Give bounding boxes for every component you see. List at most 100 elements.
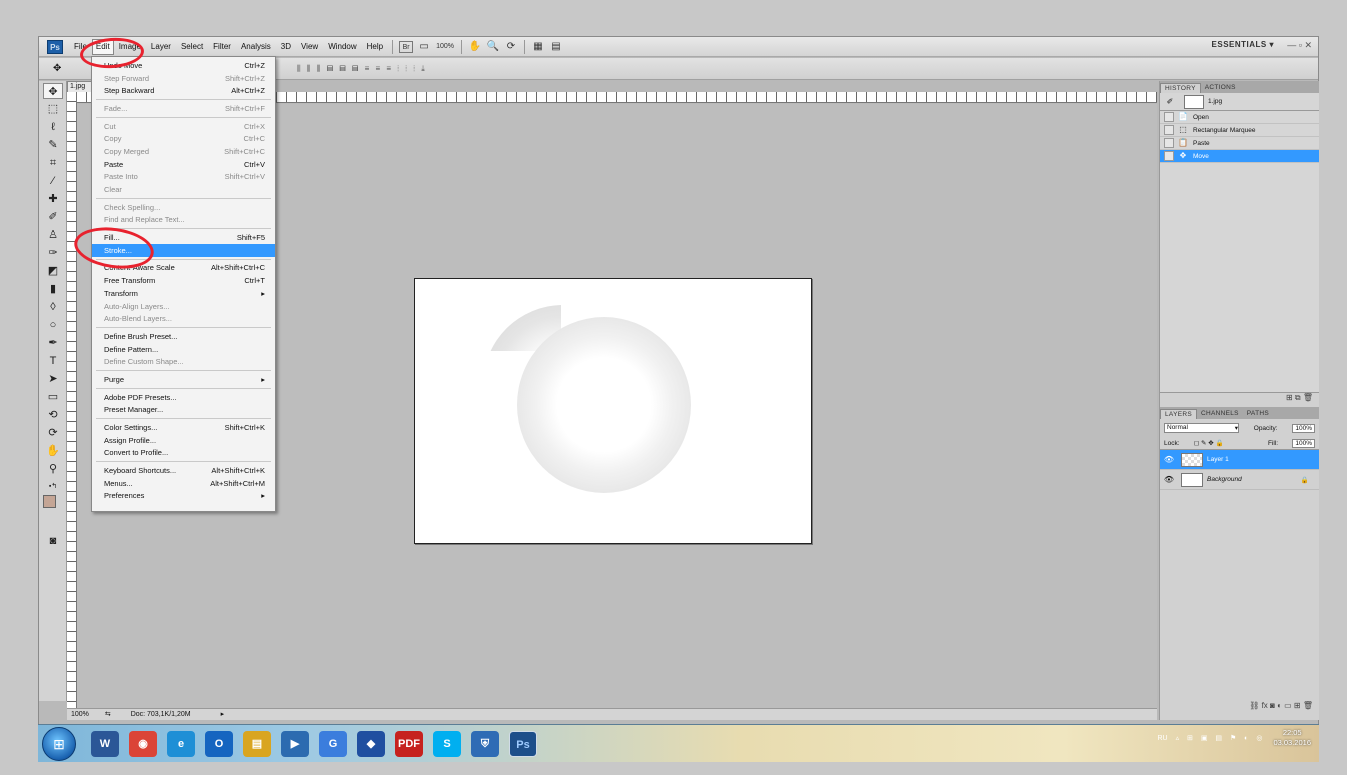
status-icon[interactable]: ⇆ — [105, 711, 111, 718]
tab-layers[interactable]: LAYERS — [1160, 409, 1197, 419]
history-brush-source-box[interactable] — [1164, 125, 1174, 135]
menu-item-define-pattern[interactable]: Define Pattern... — [92, 343, 275, 356]
workspace-switcher[interactable]: ESSENTIALS ▾ — [1212, 40, 1274, 49]
menu-item-adobe-pdf-presets[interactable]: Adobe PDF Presets... — [92, 391, 275, 404]
history-step[interactable]: ⬚ Rectangular Marquee — [1160, 124, 1319, 137]
taskbar-app-blue-icon[interactable]: G — [319, 730, 347, 757]
foreground-color-swatch[interactable] — [43, 495, 56, 508]
history-brush-source-box[interactable] — [1164, 138, 1174, 148]
lasso-tool-icon[interactable]: ℓ — [43, 119, 63, 135]
shape-tool-icon[interactable]: ▭ — [43, 389, 63, 405]
window-controls[interactable]: — ▫ ✕ — [1287, 40, 1312, 51]
menu-item-define-brush-preset[interactable]: Define Brush Preset... — [92, 330, 275, 343]
menu-item-cut[interactable]: Cut Ctrl+X — [92, 120, 275, 133]
tab-actions[interactable]: ACTIONS — [1201, 83, 1240, 93]
menu-help[interactable]: Help — [362, 37, 388, 57]
taskbar-app-dark-blue-icon[interactable]: ◆ — [357, 730, 385, 757]
menu-item-preset-manager[interactable]: Preset Manager... — [92, 404, 275, 417]
align-controls[interactable]: ⫼ ⫼ ⫼ ▤ ▤ ▤ ≡ ≡ ≡ ⦙ ⦙ ⦙ ⤓ — [297, 64, 427, 74]
menu-analysis[interactable]: Analysis — [236, 37, 276, 57]
menu-item-auto-align-layers[interactable]: Auto-Align Layers... — [92, 300, 275, 313]
history-snapshot[interactable]: ✐ 1.jpg — [1160, 93, 1319, 111]
menu-item-step-forward[interactable]: Step Forward Shift+Ctrl+Z — [92, 72, 275, 85]
opacity-input[interactable]: 100% — [1292, 423, 1315, 433]
menu-item-step-backward[interactable]: Step Backward Alt+Ctrl+Z — [92, 84, 275, 97]
taskbar-ie-icon[interactable]: e — [167, 730, 195, 757]
eye-icon[interactable]: 👁 — [1163, 455, 1175, 464]
history-brush-source-box[interactable] — [1164, 112, 1174, 122]
menu-item-paste-into[interactable]: Paste Into Shift+Ctrl+V — [92, 171, 275, 184]
menu-item-keyboard-shortcuts[interactable]: Keyboard Shortcuts... Alt+Shift+Ctrl+K — [92, 464, 275, 477]
menu-item-free-transform[interactable]: Free Transform Ctrl+T — [92, 274, 275, 287]
zoom-tool-icon[interactable]: 🔍 — [486, 41, 500, 53]
menu-item-paste[interactable]: Paste Ctrl+V — [92, 158, 275, 171]
layer-name[interactable]: Background — [1207, 476, 1242, 483]
taskbar-photoshop-icon[interactable]: Ps — [509, 730, 537, 757]
gradient-tool-icon[interactable]: ▮ — [43, 281, 63, 297]
lock-icons[interactable]: ◻ ✎ ✥ 🔒 — [1194, 439, 1224, 447]
tray-icons[interactable]: ▵ ⊞ ▣ ▤ ⚑ ◐ ◎ — [1176, 734, 1266, 742]
layer-row[interactable]: 👁 Background 🔒 — [1160, 470, 1319, 490]
gradient-circle[interactable] — [517, 317, 691, 493]
healing-brush-tool-icon[interactable]: ✚ — [43, 191, 63, 207]
menu-item-menus[interactable]: Menus... Alt+Shift+Ctrl+M — [92, 477, 275, 490]
clock[interactable]: 22:05 03.03.2016 — [1273, 728, 1311, 748]
menu-item-copy-merged[interactable]: Copy Merged Shift+Ctrl+C — [92, 145, 275, 158]
eyedropper-tool-icon[interactable]: ⁄ — [43, 173, 63, 189]
tab-channels[interactable]: CHANNELS — [1197, 409, 1243, 419]
history-step[interactable]: ✥ Move — [1160, 150, 1319, 163]
move-tool-preset-icon[interactable]: ✥ — [53, 63, 61, 74]
taskbar-pdf-icon[interactable]: PDF — [395, 730, 423, 757]
layer-name[interactable]: Layer 1 — [1207, 456, 1229, 463]
blend-mode-select[interactable]: Normal ▾ — [1164, 423, 1239, 433]
clone-stamp-tool-icon[interactable]: ♙ — [43, 227, 63, 243]
bridge-icon[interactable]: Br — [399, 40, 414, 53]
menu-item-clear[interactable]: Clear — [92, 183, 275, 196]
taskbar-chrome-icon[interactable]: ◉ — [129, 730, 157, 757]
marquee-tool-icon[interactable]: ⬚ — [43, 101, 63, 117]
3d-orbit-tool-icon[interactable]: ⟳ — [43, 425, 63, 441]
eye-icon[interactable]: 👁 — [1163, 475, 1175, 484]
screen-layout-icon[interactable]: ▤ — [549, 41, 563, 53]
menu-layer[interactable]: Layer — [146, 37, 176, 57]
menu-select[interactable]: Select — [176, 37, 208, 57]
menu-item-define-custom-shape[interactable]: Define Custom Shape... — [92, 355, 275, 368]
hand-tool-icon[interactable]: ✋ — [43, 443, 63, 459]
tab-history[interactable]: HISTORY — [1160, 83, 1201, 93]
rotate-view-icon[interactable]: ⟳ — [504, 41, 518, 53]
history-brush-tool-icon[interactable]: ✑ — [43, 245, 63, 261]
start-button[interactable]: ⊞ — [42, 726, 76, 761]
crop-tool-icon[interactable]: ⌗ — [43, 155, 63, 171]
quick-selection-tool-icon[interactable]: ✎ — [43, 137, 63, 153]
language-indicator[interactable]: RU — [1157, 735, 1167, 742]
taskbar-media-player-icon[interactable]: ▶ — [281, 730, 309, 757]
blur-tool-icon[interactable]: ◊ — [43, 299, 63, 315]
taskbar-outlook-icon[interactable]: O — [205, 730, 233, 757]
hand-tool-icon[interactable]: ✋ — [468, 41, 482, 53]
screen-mode-icon[interactable]: ▭ — [417, 41, 431, 53]
zoom-tool-icon[interactable]: ⚲ — [43, 461, 63, 477]
brush-tool-icon[interactable]: ✐ — [43, 209, 63, 225]
menu-view[interactable]: View — [296, 37, 323, 57]
menu-item-check-spelling[interactable]: Check Spelling... — [92, 201, 275, 214]
menu-window[interactable]: Window — [323, 37, 361, 57]
arrange-documents-icon[interactable]: ▦ — [531, 41, 545, 53]
layer-row[interactable]: 👁 Layer 1 — [1160, 450, 1319, 470]
quick-mask-icon[interactable]: ◙ — [43, 533, 63, 549]
default-colors-icon[interactable]: ▪↰ — [43, 479, 63, 495]
menu-item-fade[interactable]: Fade... Shift+Ctrl+F — [92, 102, 275, 115]
eraser-tool-icon[interactable]: ◩ — [43, 263, 63, 279]
fill-input[interactable]: 100% — [1292, 438, 1315, 448]
status-zoom[interactable]: 100% — [71, 711, 89, 718]
3d-rotate-tool-icon[interactable]: ⟲ — [43, 407, 63, 423]
zoom-level[interactable]: 100% — [436, 43, 454, 50]
menu-item-assign-profile[interactable]: Assign Profile... — [92, 434, 275, 447]
menu-item-color-settings[interactable]: Color Settings... Shift+Ctrl+K — [92, 421, 275, 434]
type-tool-icon[interactable]: T — [43, 353, 63, 369]
status-menu-arrow-icon[interactable]: ▸ — [221, 711, 225, 718]
history-brush-source-box[interactable] — [1164, 151, 1174, 161]
menu-item-auto-blend-layers[interactable]: Auto-Blend Layers... — [92, 312, 275, 325]
document-canvas[interactable] — [414, 278, 812, 544]
menu-item-convert-to-profile[interactable]: Convert to Profile... — [92, 447, 275, 460]
path-selection-tool-icon[interactable]: ➤ — [43, 371, 63, 387]
